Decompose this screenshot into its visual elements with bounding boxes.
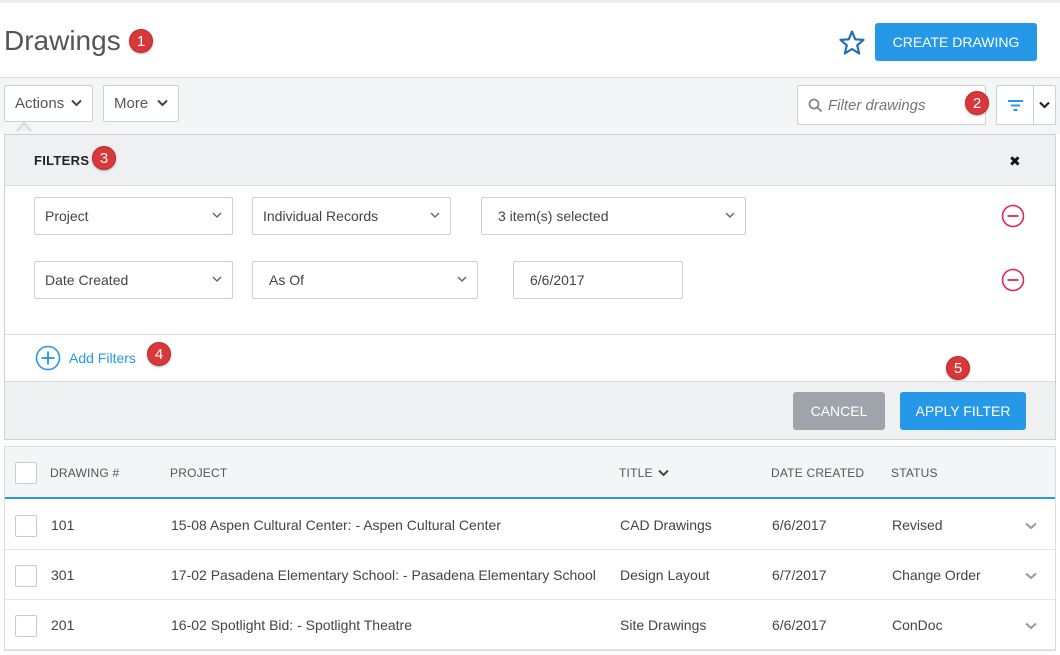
row-checkbox[interactable]: [15, 565, 37, 587]
filter-panel-title: FILTERS: [34, 153, 90, 168]
project-name: 16-02 Spotlight Bid: - Spotlight Theatre: [171, 617, 413, 633]
select-all-checkbox[interactable]: [15, 462, 37, 484]
row-checkbox[interactable]: [15, 515, 37, 537]
filter-operator-value: As Of: [269, 272, 305, 288]
search-icon: [808, 98, 823, 113]
more-label: More: [114, 95, 149, 112]
project-name: 15-08 Aspen Cultural Center: - Aspen Cul…: [171, 517, 501, 533]
date-input-value: 6/6/2017: [530, 272, 585, 288]
chevron-down-icon: [212, 212, 222, 218]
chevron-down-icon: [430, 212, 440, 218]
sort-descending-icon[interactable]: [658, 469, 669, 477]
table-row[interactable]: 201 16-02 Spotlight Bid: - Spotlight The…: [5, 600, 1055, 650]
drawings-table: DRAWING # PROJECT TITLE DATE CREATED STA…: [4, 446, 1056, 651]
filter-value-text: 3 item(s) selected: [498, 208, 609, 224]
filter-panel-footer: CANCEL APPLY FILTER: [5, 381, 1055, 439]
column-header-date-created[interactable]: DATE CREATED: [771, 466, 864, 480]
remove-filter-icon[interactable]: [1001, 204, 1025, 228]
actions-dropdown[interactable]: Actions: [4, 85, 93, 122]
filter-operator-select[interactable]: As Of: [252, 261, 478, 299]
page-header: Drawings 1 CREATE DRAWING: [0, 3, 1060, 78]
remove-filter-icon[interactable]: [1001, 268, 1025, 292]
toolbar: Actions More 2: [0, 78, 1060, 134]
panel-pointer-fill: [17, 124, 31, 132]
star-icon[interactable]: [838, 29, 866, 57]
date-created: 6/6/2017: [772, 617, 827, 633]
column-header-title[interactable]: TITLE: [619, 466, 653, 480]
drawing-title: Design Layout: [620, 567, 710, 583]
chevron-down-icon: [725, 212, 735, 218]
column-header-project[interactable]: PROJECT: [170, 466, 227, 480]
drawing-number: 201: [51, 617, 75, 633]
filter-value-select[interactable]: 3 item(s) selected: [481, 197, 746, 235]
filter-operator-select[interactable]: Individual Records: [252, 197, 451, 235]
search-input[interactable]: [828, 95, 978, 115]
filter-operator-value: Individual Records: [263, 208, 379, 224]
annotation-badge-3: 3: [92, 146, 116, 170]
table-row[interactable]: 101 15-08 Aspen Cultural Center: - Aspen…: [5, 500, 1055, 550]
table-row[interactable]: 301 17-02 Pasadena Elementary School: - …: [5, 550, 1055, 600]
create-drawing-button[interactable]: CREATE DRAWING: [875, 23, 1037, 61]
drawing-title: CAD Drawings: [620, 517, 712, 533]
filter-field-select[interactable]: Project: [34, 197, 233, 235]
status: Revised: [892, 517, 943, 533]
annotation-badge-4: 4: [147, 342, 171, 366]
date-input[interactable]: 6/6/2017: [513, 261, 683, 299]
actions-label: Actions: [15, 95, 65, 112]
filter-field-value: Project: [45, 208, 89, 224]
table-header: DRAWING # PROJECT TITLE DATE CREATED STA…: [5, 447, 1055, 499]
filter-icon[interactable]: [1007, 99, 1024, 112]
annotation-badge-1: 1: [129, 29, 153, 53]
divider: [5, 334, 1055, 335]
chevron-down-icon: [212, 276, 222, 282]
chevron-down-icon: [157, 99, 168, 107]
page-title: Drawings: [4, 25, 121, 56]
filter-toggle-button[interactable]: [996, 85, 1056, 125]
date-created: 6/6/2017: [772, 517, 827, 533]
project-name: 17-02 Pasadena Elementary School: - Pasa…: [171, 567, 596, 583]
chevron-down-icon[interactable]: [1039, 101, 1050, 109]
apply-filter-button[interactable]: APPLY FILTER: [900, 392, 1026, 430]
plus-circle-icon: [35, 345, 61, 371]
filter-panel-header: FILTERS 3 ✖: [5, 135, 1055, 186]
drawing-title: Site Drawings: [620, 617, 707, 633]
filter-field-value: Date Created: [45, 272, 129, 288]
chevron-down-icon: [457, 276, 467, 282]
filter-panel: FILTERS 3 ✖ Project Individual Records 3…: [4, 134, 1056, 440]
column-header-drawing-number[interactable]: DRAWING #: [50, 466, 119, 480]
chevron-down-icon: [71, 99, 82, 107]
date-created: 6/7/2017: [772, 567, 827, 583]
annotation-badge-2: 2: [965, 91, 989, 115]
add-filters-label: Add Filters: [69, 350, 136, 366]
chevron-down-icon[interactable]: [1025, 522, 1037, 530]
more-dropdown[interactable]: More: [103, 85, 179, 122]
drawing-number: 101: [51, 517, 75, 533]
drawing-number: 301: [51, 567, 75, 583]
filter-field-select[interactable]: Date Created: [34, 261, 233, 299]
button-divider: [1033, 86, 1034, 124]
search-box[interactable]: [797, 85, 986, 125]
close-icon[interactable]: ✖: [1009, 153, 1021, 170]
annotation-badge-5: 5: [946, 356, 970, 380]
chevron-down-icon[interactable]: [1025, 572, 1037, 580]
column-header-status[interactable]: STATUS: [891, 466, 938, 480]
status: ConDoc: [892, 617, 943, 633]
status: Change Order: [892, 567, 981, 583]
row-checkbox[interactable]: [15, 615, 37, 637]
chevron-down-icon[interactable]: [1025, 622, 1037, 630]
cancel-button[interactable]: CANCEL: [793, 392, 885, 430]
